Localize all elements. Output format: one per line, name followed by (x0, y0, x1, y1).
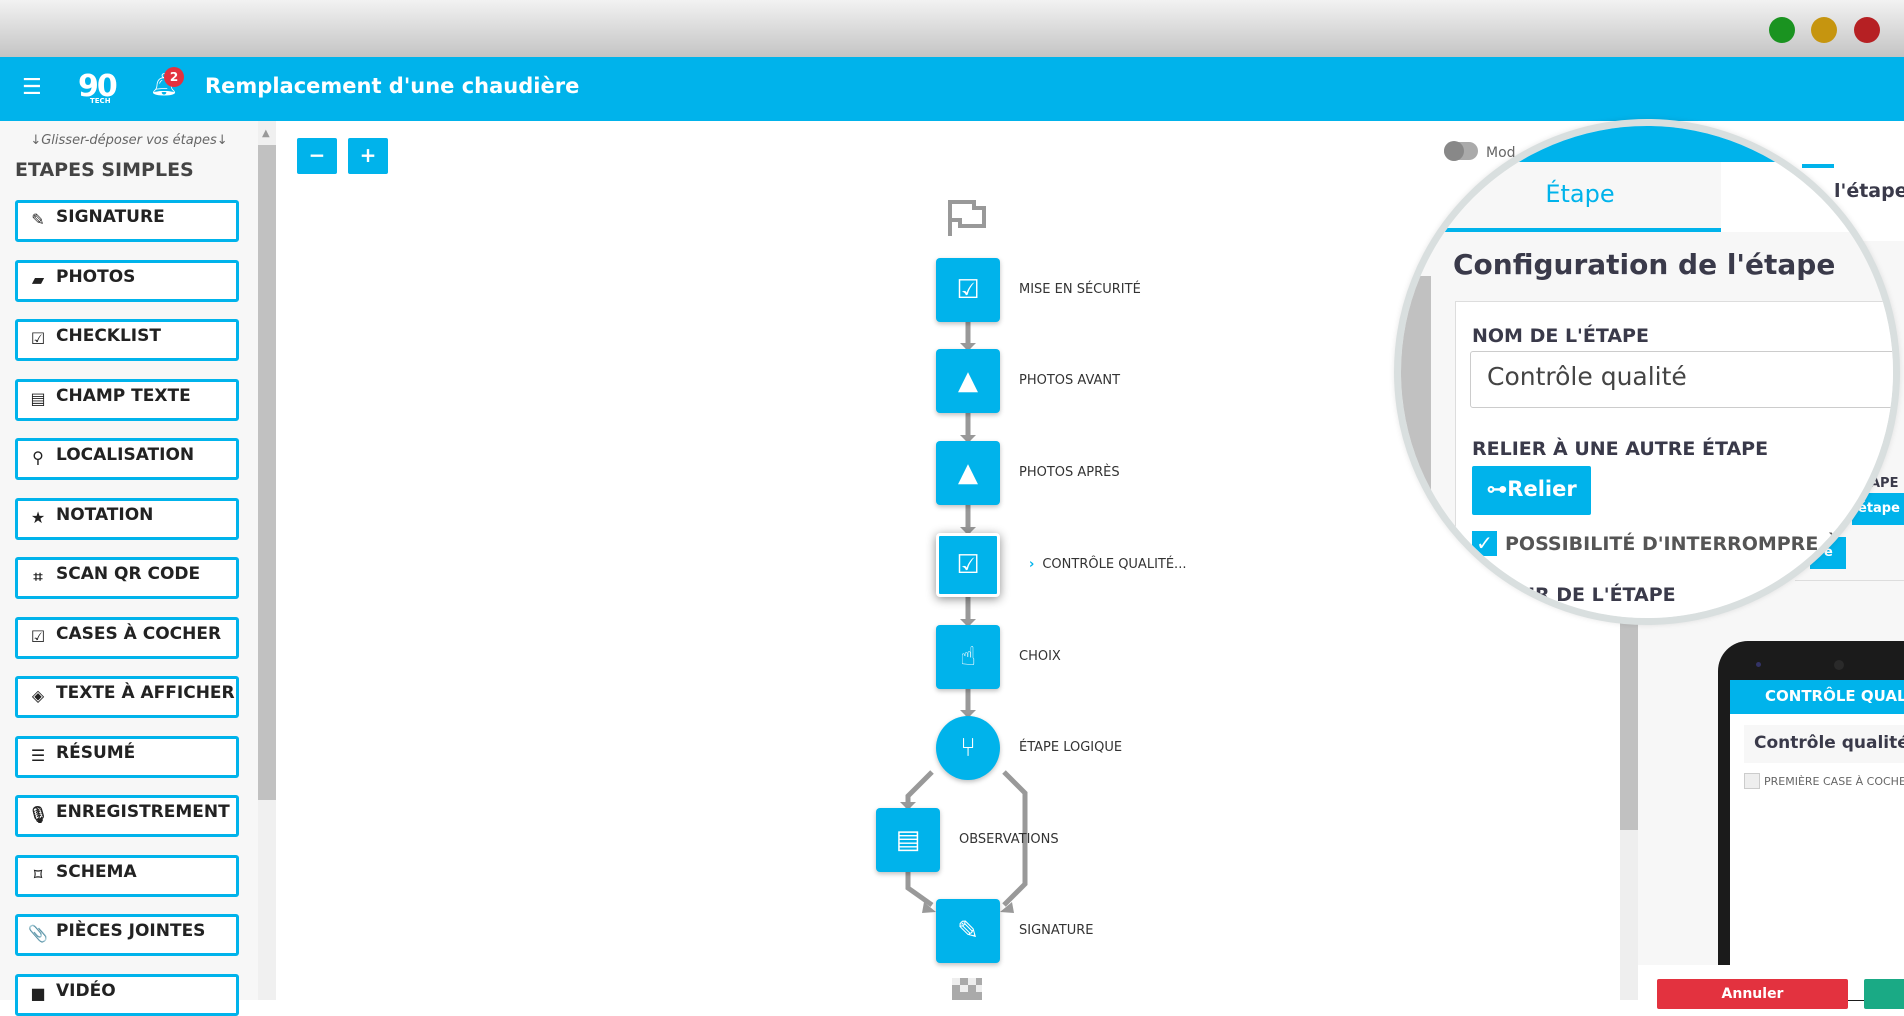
save-button[interactable] (1864, 979, 1904, 1009)
flow-node-label[interactable]: OBSERVATIONS (959, 832, 1059, 847)
node-icon: ⑂ (960, 733, 976, 763)
flow-node-label[interactable]: PHOTOS APRÈS (1019, 465, 1120, 480)
flow-node-label[interactable]: PHOTOS AVANT (1019, 373, 1120, 388)
flow-node[interactable]: ⑂ (936, 716, 1000, 780)
link-step-label: RELIER À UNE AUTRE ÉTAPE (1472, 438, 1769, 460)
flow-node-label[interactable]: SIGNATURE (1019, 923, 1093, 938)
flow-node-label[interactable]: MISE EN SÉCURITÉ (1019, 282, 1141, 297)
flow-node[interactable]: ☝ (936, 625, 1000, 689)
lens-tab-bg (1721, 162, 1893, 232)
close-button[interactable] (1854, 17, 1880, 43)
flow-node[interactable]: ☑ (936, 258, 1000, 322)
connector-merge (905, 872, 934, 908)
phone-camera (1834, 660, 1844, 670)
tab-etape[interactable]: Étape (1439, 162, 1721, 232)
start-flag-icon (948, 200, 986, 236)
step-name-input[interactable]: Contrôle qualité (1470, 351, 1893, 408)
mode-label: Mod (1486, 145, 1516, 161)
interrupt-label: POSSIBILITÉ D'INTERROMPRE À CET (1505, 533, 1887, 555)
node-label-text: OBSERVATIONS (959, 832, 1059, 847)
flow-node[interactable]: ▤ (876, 808, 940, 872)
node-icon: ▤ (895, 825, 921, 855)
interrupt-checkbox[interactable]: ✓ (1472, 531, 1497, 556)
node-label-text: PHOTOS AVANT (1019, 373, 1121, 388)
minimize-button[interactable] (1811, 17, 1837, 43)
magnifier-lens: Étape Configuration de l'étape NOM DE L'… (1394, 119, 1900, 625)
node-label-text: ÉTAPE LOGIQUE (1019, 740, 1123, 755)
finish-flag-icon (952, 978, 982, 1000)
node-label-text: PHOTOS APRÈS (1019, 465, 1120, 480)
maximize-button[interactable] (1769, 17, 1795, 43)
config-card (1455, 301, 1893, 618)
flow-node[interactable]: ▲ (936, 349, 1000, 413)
node-label-text: SIGNATURE (1019, 923, 1094, 938)
flow-node-label[interactable]: ÉTAPE LOGIQUE (1019, 740, 1122, 755)
flow-node[interactable]: ▲ (936, 441, 1000, 505)
node-icon: ▲ (958, 458, 978, 488)
node-icon: ✎ (957, 916, 979, 946)
flow-connectors (900, 200, 1028, 1000)
phone-checkbox[interactable] (1744, 773, 1760, 789)
node-icon: ☑ (956, 275, 980, 305)
node-icon: ▲ (958, 366, 978, 396)
flow-node-label[interactable]: CHOIX (1019, 649, 1061, 664)
phone-header: CONTRÔLE QUALITÉ (1730, 680, 1904, 714)
node-icon: ☑ (956, 550, 980, 580)
cancel-button[interactable]: Annuler (1657, 979, 1848, 1009)
phone-checkbox-label: PREMIÈRE CASE À COCHER (1764, 775, 1904, 788)
flow-node[interactable]: ✎ (936, 899, 1000, 963)
lens-scrollbar (1401, 276, 1431, 556)
node-label-text: CHOIX (1019, 649, 1061, 664)
phone-sensor (1756, 662, 1761, 667)
node-label-text: MISE EN SÉCURITÉ (1019, 282, 1141, 297)
lens-header-band (1401, 126, 1893, 162)
flow-node-label[interactable]: › CONTRÔLE QUALITÉ... (1029, 557, 1186, 572)
flow-node[interactable]: ☑ (936, 533, 1000, 597)
config-title: Configuration de l'étape (1453, 248, 1836, 281)
node-icon: ☝ (960, 642, 976, 672)
node-label-text: CONTRÔLE QUALITÉ... (1042, 557, 1187, 572)
step-color-label: COULEUR DE L'ÉTAPE (1449, 584, 1676, 606)
link-button[interactable]: ⊶Relier (1472, 466, 1591, 515)
chevron-right-icon: › (1029, 557, 1035, 572)
phone-step-name: Contrôle qualité (1744, 725, 1904, 763)
step-name-label: NOM DE L'ÉTAPE (1472, 325, 1649, 347)
